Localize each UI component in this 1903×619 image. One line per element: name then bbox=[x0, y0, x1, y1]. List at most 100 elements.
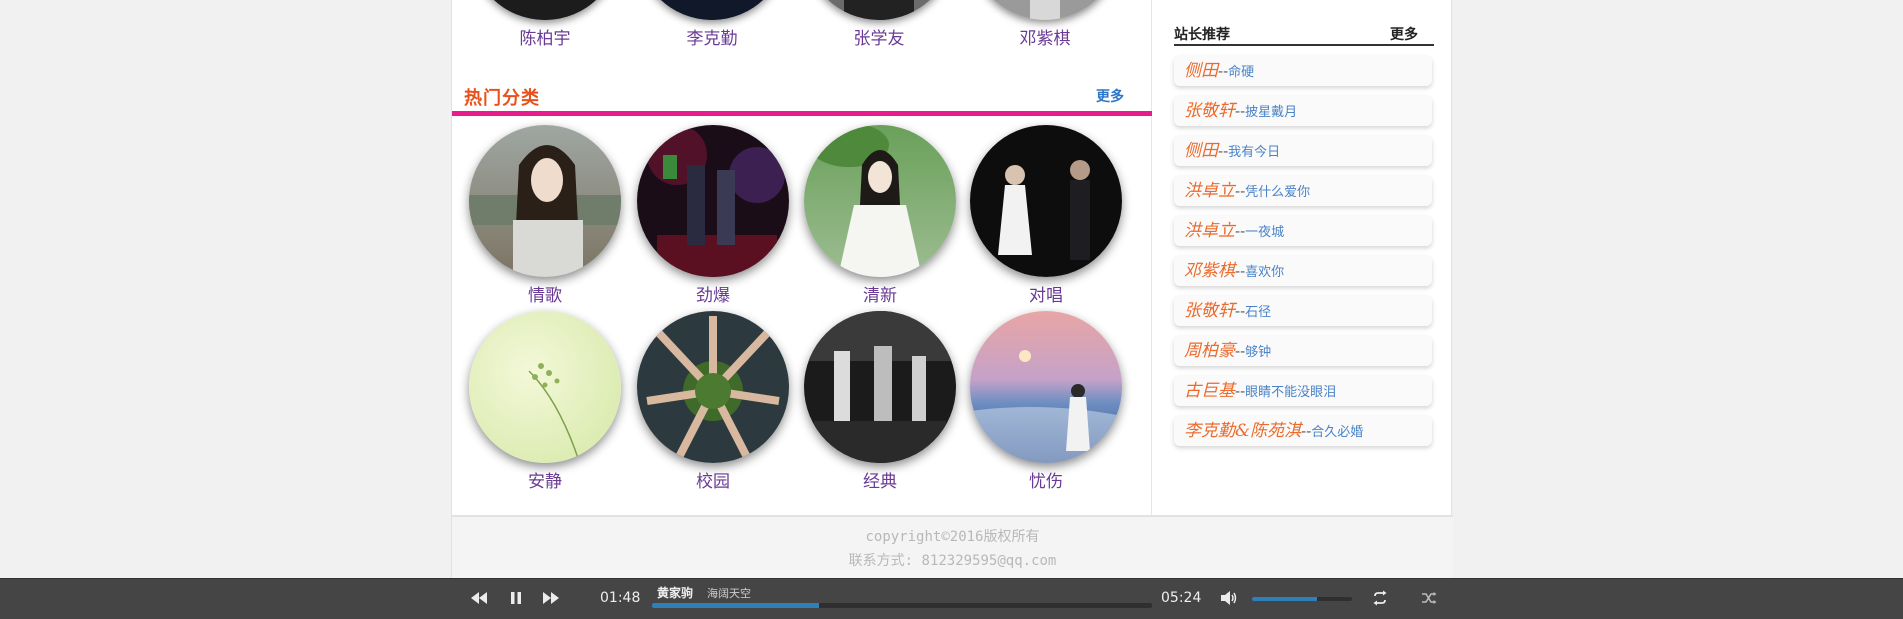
progress-fill bbox=[652, 603, 819, 608]
total-time: 05:24 bbox=[1161, 590, 1202, 606]
left-column: 陈柏宇 李克勤 张学友 邓紫棋 热门分类 更多 情歌 劲爆 清新 对唱 安静 校… bbox=[452, 0, 1152, 515]
rec-separator: -- bbox=[1235, 382, 1246, 400]
main-content: 陈柏宇 李克勤 张学友 邓紫棋 热门分类 更多 情歌 劲爆 清新 对唱 安静 校… bbox=[451, 0, 1453, 578]
rec-artist[interactable]: 侧田 bbox=[1184, 141, 1218, 161]
rec-separator: -- bbox=[1301, 422, 1312, 440]
category-card-energetic[interactable]: 劲爆 bbox=[637, 125, 789, 306]
copyright-text: copyright©2016版权所有 bbox=[865, 529, 1040, 545]
category-card-fresh[interactable]: 清新 bbox=[804, 125, 956, 306]
category-thumbnail[interactable] bbox=[970, 311, 1122, 463]
volume-fill bbox=[1252, 597, 1317, 601]
category-card-sad[interactable]: 忧伤 bbox=[970, 311, 1122, 492]
category-thumbnail[interactable] bbox=[469, 311, 621, 463]
artist-name[interactable]: 邓紫棋 bbox=[970, 24, 1120, 49]
rec-separator: -- bbox=[1235, 342, 1246, 360]
recommend-item[interactable]: 邓紫棋--喜欢你 bbox=[1174, 256, 1432, 286]
rec-artist[interactable]: 洪卓立 bbox=[1184, 221, 1235, 241]
rec-separator: -- bbox=[1235, 262, 1246, 280]
page-footer: copyright©2016版权所有 联系方式: 812329595@qq.co… bbox=[452, 515, 1453, 578]
rec-song[interactable]: 披星戴月 bbox=[1245, 105, 1297, 120]
rec-song[interactable]: 命硬 bbox=[1228, 65, 1254, 80]
rec-artist[interactable]: 周柏豪 bbox=[1184, 341, 1235, 361]
rec-song[interactable]: 一夜城 bbox=[1245, 225, 1284, 240]
rec-separator: -- bbox=[1218, 62, 1229, 80]
contact-text: 联系方式: 812329595@qq.com bbox=[848, 553, 1057, 569]
rec-song[interactable]: 喜欢你 bbox=[1245, 265, 1284, 280]
category-thumbnail[interactable] bbox=[804, 125, 956, 277]
artist-name[interactable]: 陈柏宇 bbox=[470, 24, 620, 49]
rec-separator: -- bbox=[1235, 302, 1246, 320]
recommend-header: 站长推荐 更多 bbox=[1174, 24, 1434, 46]
current-time: 01:48 bbox=[600, 590, 641, 606]
artist-thumbnail[interactable] bbox=[970, 0, 1120, 20]
rec-song[interactable]: 凭什么爱你 bbox=[1245, 185, 1310, 200]
recommend-item[interactable]: 张敬轩--披星戴月 bbox=[1174, 96, 1432, 126]
artist-thumbnail[interactable] bbox=[804, 0, 954, 20]
rec-artist[interactable]: 侧田 bbox=[1184, 61, 1218, 81]
repeat-icon[interactable] bbox=[1372, 590, 1388, 606]
rec-artist[interactable]: 张敬轩 bbox=[1184, 101, 1235, 121]
track-song: 海阔天空 bbox=[707, 587, 751, 600]
rec-artist[interactable]: 李克勤&陈苑淇 bbox=[1184, 421, 1301, 441]
rec-song[interactable]: 石径 bbox=[1245, 305, 1271, 320]
artist-thumbnail[interactable] bbox=[637, 0, 787, 20]
rec-separator: -- bbox=[1235, 222, 1246, 240]
category-thumbnail[interactable] bbox=[469, 125, 621, 277]
progress-bar[interactable] bbox=[652, 603, 1152, 608]
next-icon[interactable] bbox=[542, 589, 560, 607]
rec-artist[interactable]: 古巨基 bbox=[1184, 381, 1235, 401]
rec-song[interactable]: 够钟 bbox=[1245, 345, 1271, 360]
music-player-bar: 01:48 黄家驹 海阔天空 05:24 bbox=[0, 578, 1903, 619]
right-sidebar: 站长推荐 更多 侧田--命硬 张敬轩--披星戴月 侧田--我有今日 洪卓立--凭… bbox=[1152, 0, 1452, 515]
prev-icon[interactable] bbox=[470, 589, 488, 607]
section-title: 热门分类 bbox=[464, 88, 540, 109]
rec-artist[interactable]: 张敬轩 bbox=[1184, 301, 1235, 321]
artist-name[interactable]: 李克勤 bbox=[637, 24, 787, 49]
category-label[interactable]: 劲爆 bbox=[637, 281, 789, 306]
sidebar-title: 站长推荐 bbox=[1174, 27, 1230, 43]
category-label[interactable]: 对唱 bbox=[970, 281, 1122, 306]
category-thumbnail[interactable] bbox=[970, 125, 1122, 277]
shuffle-icon[interactable] bbox=[1421, 590, 1437, 606]
volume-slider[interactable] bbox=[1252, 597, 1352, 601]
category-card-classic[interactable]: 经典 bbox=[804, 311, 956, 492]
category-label[interactable]: 忧伤 bbox=[970, 467, 1122, 492]
recommend-item[interactable]: 洪卓立--一夜城 bbox=[1174, 216, 1432, 246]
category-label[interactable]: 清新 bbox=[804, 281, 956, 306]
category-thumbnail[interactable] bbox=[637, 311, 789, 463]
artist-thumbnail[interactable] bbox=[470, 0, 620, 20]
track-singer: 黄家驹 bbox=[657, 586, 694, 600]
pause-icon[interactable] bbox=[507, 589, 525, 607]
category-thumbnail[interactable] bbox=[637, 125, 789, 277]
recommend-item[interactable]: 洪卓立--凭什么爱你 bbox=[1174, 176, 1432, 206]
recommend-item[interactable]: 古巨基--眼睛不能没眼泪 bbox=[1174, 376, 1432, 406]
recommend-item[interactable]: 张敬轩--石径 bbox=[1174, 296, 1432, 326]
rec-separator: -- bbox=[1235, 182, 1246, 200]
rec-separator: -- bbox=[1218, 142, 1229, 160]
rec-song[interactable]: 合久必婚 bbox=[1311, 425, 1363, 440]
category-card-quiet[interactable]: 安静 bbox=[469, 311, 621, 492]
hot-categories-header: 热门分类 更多 bbox=[452, 84, 1152, 116]
rec-separator: -- bbox=[1235, 102, 1246, 120]
rec-artist[interactable]: 邓紫棋 bbox=[1184, 261, 1235, 281]
recommend-item[interactable]: 周柏豪--够钟 bbox=[1174, 336, 1432, 366]
artist-name[interactable]: 张学友 bbox=[804, 24, 954, 49]
more-link[interactable]: 更多 bbox=[1096, 86, 1124, 106]
more-link[interactable]: 更多 bbox=[1390, 24, 1418, 44]
rec-artist[interactable]: 洪卓立 bbox=[1184, 181, 1235, 201]
category-label[interactable]: 安静 bbox=[469, 467, 621, 492]
category-label[interactable]: 校园 bbox=[637, 467, 789, 492]
recommend-item[interactable]: 李克勤&陈苑淇--合久必婚 bbox=[1174, 416, 1432, 446]
category-card-duet[interactable]: 对唱 bbox=[970, 125, 1122, 306]
category-label[interactable]: 情歌 bbox=[469, 281, 621, 306]
category-label[interactable]: 经典 bbox=[804, 467, 956, 492]
rec-song[interactable]: 我有今日 bbox=[1228, 145, 1280, 160]
category-card-campus[interactable]: 校园 bbox=[637, 311, 789, 492]
category-card-love-songs[interactable]: 情歌 bbox=[469, 125, 621, 306]
rec-song[interactable]: 眼睛不能没眼泪 bbox=[1245, 385, 1336, 400]
volume-icon[interactable] bbox=[1220, 590, 1238, 606]
category-thumbnail[interactable] bbox=[804, 311, 956, 463]
recommend-item[interactable]: 侧田--命硬 bbox=[1174, 56, 1432, 86]
recommend-item[interactable]: 侧田--我有今日 bbox=[1174, 136, 1432, 166]
top-artist-row: 陈柏宇 李克勤 张学友 邓紫棋 bbox=[452, 0, 1152, 50]
